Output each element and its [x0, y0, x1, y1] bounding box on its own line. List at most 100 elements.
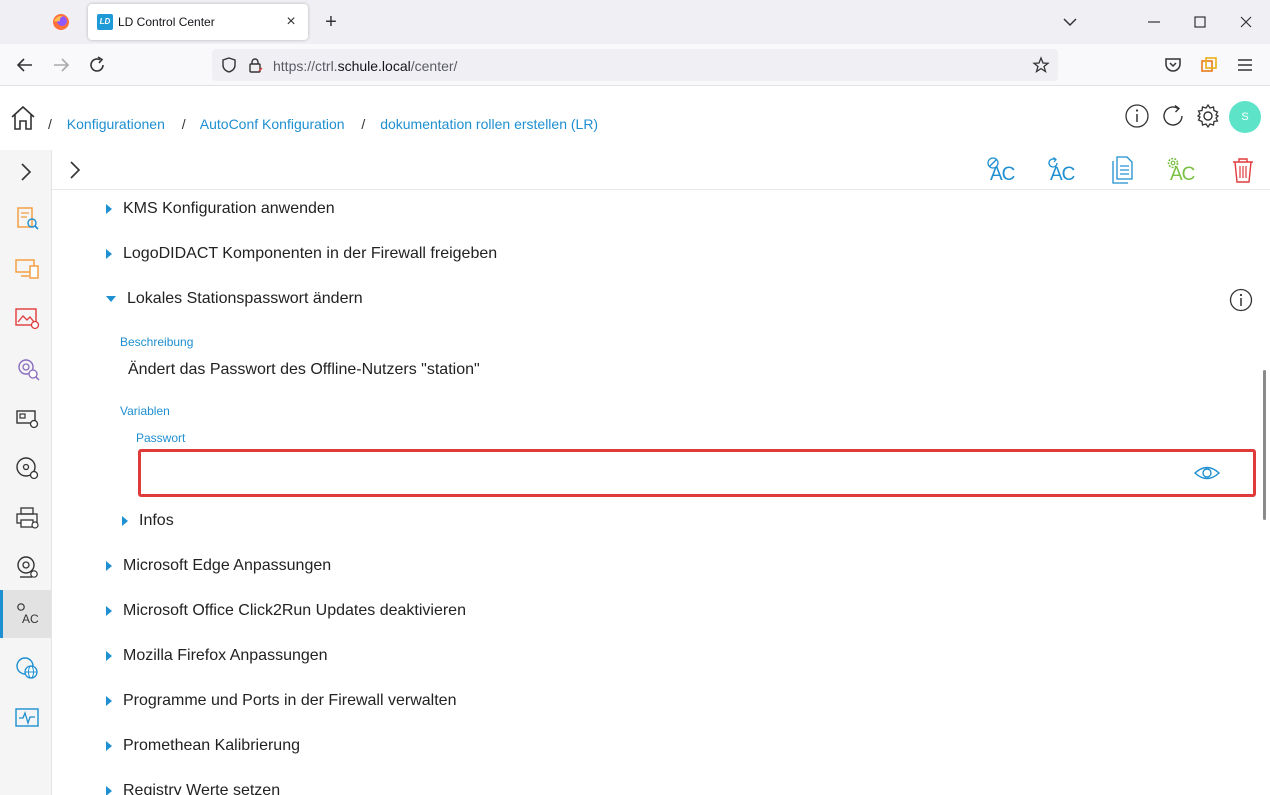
sidebar-item-devices[interactable] [2, 244, 51, 292]
url-text[interactable]: https://ctrl.schule.local/center/ [273, 58, 457, 74]
sidebar-ac-text: AC [22, 612, 39, 626]
tab-close-icon[interactable]: × [282, 13, 300, 31]
password-input[interactable] [151, 460, 1161, 486]
trash-icon [1233, 158, 1253, 183]
url-bar[interactable]: https://ctrl.schule.local/center/ [212, 49, 1058, 81]
sidebar-item-configuration[interactable] [2, 344, 51, 392]
refresh-icon[interactable] [1160, 103, 1186, 129]
sidebar-item-global[interactable] [2, 644, 51, 692]
document-button[interactable] [1106, 154, 1140, 186]
sidebar-item-webcams[interactable] [2, 544, 51, 592]
list-item[interactable]: Microsoft Edge Anpassungen [52, 548, 1252, 584]
variables-label: Variablen [120, 404, 170, 418]
breadcrumb-separator: / [361, 116, 366, 132]
sidebar-item-autoconf[interactable]: AC [0, 590, 51, 638]
list-item[interactable]: Mozilla Firefox Anpassungen [52, 638, 1252, 674]
sidebar-item-software[interactable] [2, 444, 51, 492]
webcam-icon [17, 556, 38, 578]
new-tab-icon[interactable]: + [320, 11, 342, 33]
list-item[interactable]: LogoDIDACT Komponenten in der Firewall f… [52, 236, 1252, 272]
maximize-icon[interactable] [1190, 12, 1210, 32]
infos-item[interactable]: Infos [52, 503, 1252, 539]
caret-right-icon[interactable] [106, 696, 112, 706]
list-item-label[interactable]: LogoDIDACT Komponenten in der Firewall f… [123, 245, 497, 263]
ac-remove-label: AC [990, 164, 1015, 185]
list-item[interactable]: Registry Werte setzen [52, 773, 1252, 795]
sidebar-item-monitoring[interactable] [2, 694, 51, 742]
description-label: Beschreibung [120, 335, 194, 349]
caret-down-icon[interactable] [106, 296, 116, 302]
bookmark-star-icon[interactable] [1032, 56, 1050, 74]
list-item[interactable]: Programme und Ports in der Firewall verw… [52, 683, 1252, 719]
description-text: Ändert das Passwort des Offline-Nutzers … [128, 361, 480, 378]
list-item-label[interactable]: Microsoft Edge Anpassungen [123, 557, 331, 575]
sidebar-item-images[interactable] [2, 294, 51, 342]
info-icon[interactable] [1124, 103, 1150, 129]
browser-titlebar: LD LD Control Center × + [0, 0, 1270, 44]
list-item-label[interactable]: Microsoft Office Click2Run Updates deakt… [123, 602, 466, 620]
list-item-label[interactable]: Promethean Kalibrierung [123, 737, 300, 755]
firefox-logo-icon[interactable] [52, 13, 70, 31]
reload-icon[interactable] [86, 54, 108, 76]
list-item-label[interactable]: Mozilla Firefox Anpassungen [123, 647, 328, 665]
settings-gear-icon[interactable] [1195, 103, 1221, 129]
tab-title: LD Control Center [118, 15, 215, 29]
home-icon[interactable] [9, 104, 37, 132]
ac-refresh-button[interactable]: AC [1044, 154, 1078, 186]
caret-right-icon[interactable] [122, 516, 128, 526]
infos-label[interactable]: Infos [139, 512, 174, 530]
ac-remove-button[interactable]: AC [984, 154, 1018, 186]
minimize-icon[interactable] [1144, 12, 1164, 32]
back-icon[interactable] [14, 54, 36, 76]
list-item-label[interactable]: Lokales Stationspasswort ändern [127, 290, 363, 308]
config-list: KMS Konfiguration anwenden LogoDIDACT Ko… [52, 191, 1262, 795]
content-scrollbar[interactable] [1263, 370, 1266, 520]
breadcrumb-autoconf[interactable]: AutoConf Konfiguration [200, 116, 345, 132]
breadcrumb-separator: / [181, 116, 186, 132]
breadcrumb: / Konfigurationen / AutoConf Konfigurati… [48, 116, 611, 132]
caret-right-icon[interactable] [106, 786, 112, 795]
list-item-label[interactable]: Programme und Ports in der Firewall verw… [123, 692, 456, 710]
ac-refresh-label: AC [1050, 164, 1075, 185]
forward-icon[interactable] [50, 54, 72, 76]
caret-right-icon[interactable] [106, 741, 112, 751]
sidebar-item-network[interactable] [2, 394, 51, 442]
autoconf-icon: AC [17, 603, 39, 626]
caret-right-icon[interactable] [106, 651, 112, 661]
globe-gear-icon [16, 657, 38, 679]
printer-icon [16, 507, 39, 529]
browser-tab[interactable]: LD LD Control Center × [88, 4, 308, 40]
breadcrumb-current[interactable]: dokumentation rollen erstellen (LR) [380, 116, 598, 132]
shield-icon[interactable] [220, 56, 238, 74]
caret-right-icon[interactable] [106, 249, 112, 259]
ld-favicon-icon: LD [97, 14, 113, 30]
caret-right-icon[interactable] [106, 204, 112, 214]
list-item[interactable]: Promethean Kalibrierung [52, 728, 1252, 764]
sidebar: AC [0, 150, 52, 795]
list-item[interactable]: KMS Konfiguration anwenden [52, 191, 1252, 227]
sidebar-expand-chevron-icon[interactable] [14, 160, 38, 184]
menu-hamburger-icon[interactable] [1234, 54, 1256, 76]
caret-right-icon[interactable] [106, 606, 112, 616]
sidebar-item-reports[interactable] [2, 194, 51, 242]
list-item-label[interactable]: KMS Konfiguration anwenden [123, 200, 335, 218]
monitor-pulse-icon [15, 708, 39, 727]
list-item[interactable]: Microsoft Office Click2Run Updates deakt… [52, 593, 1252, 629]
expand-panel-chevron-icon[interactable] [64, 158, 86, 182]
user-avatar[interactable]: S [1229, 101, 1261, 133]
ac-settings-label: AC [1170, 164, 1195, 185]
eye-icon[interactable] [1193, 462, 1221, 484]
list-item-label[interactable]: Registry Werte setzen [123, 782, 280, 795]
lock-icon[interactable] [246, 56, 264, 74]
close-window-icon[interactable] [1236, 12, 1256, 32]
delete-button[interactable] [1226, 154, 1260, 186]
sidebar-item-printers[interactable] [2, 494, 51, 542]
caret-right-icon[interactable] [106, 561, 112, 571]
item-info-icon[interactable] [1229, 288, 1253, 312]
breadcrumb-konfigurationen[interactable]: Konfigurationen [67, 116, 165, 132]
ac-settings-button[interactable]: AC [1164, 154, 1198, 186]
tab-list-chevron-icon[interactable] [1060, 12, 1080, 32]
extensions-icon[interactable] [1198, 54, 1220, 76]
list-item-expanded[interactable]: Lokales Stationspasswort ändern [52, 281, 1252, 317]
pocket-icon[interactable] [1162, 54, 1184, 76]
